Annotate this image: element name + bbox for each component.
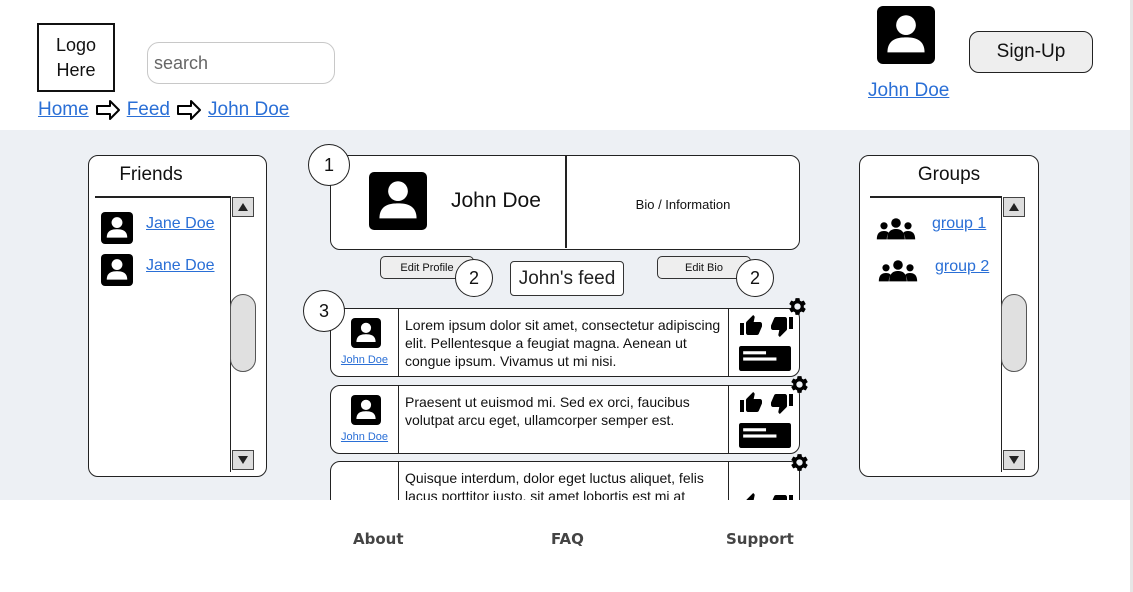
breadcrumb-home[interactable]: Home: [38, 99, 89, 121]
group-icon: [876, 259, 920, 283]
group-link[interactable]: group 2: [935, 258, 989, 276]
feed-heading: John's feed: [510, 261, 624, 296]
feed-post: John Doe Praesent ut euismod mi. Sed ex …: [330, 385, 800, 454]
arrow-right-icon: [95, 99, 121, 121]
footer-support-link[interactable]: Support: [726, 530, 794, 548]
user-icon: [351, 318, 381, 348]
breadcrumb: Home Feed John Doe: [38, 99, 289, 121]
post-text: Lorem ipsum dolor sit amet, consectetur …: [405, 317, 721, 369]
profile-card: John Doe Bio / Information: [330, 155, 800, 250]
scroll-thumb[interactable]: [1001, 294, 1027, 372]
post-author-link[interactable]: John Doe: [331, 354, 398, 366]
annotation-3: 3: [303, 290, 345, 332]
scroll-up-button[interactable]: [1003, 197, 1025, 217]
feed-post: John Doe Lorem ipsum dolor sit amet, con…: [330, 308, 800, 377]
footer-about-link[interactable]: About: [353, 530, 404, 548]
user-icon: [351, 395, 381, 425]
gear-icon[interactable]: [789, 452, 810, 473]
post-text: Praesent ut euismod mi. Sed ex orci, fau…: [405, 394, 690, 428]
profile-bio: Bio / Information: [635, 197, 731, 212]
gear-icon[interactable]: [787, 296, 808, 317]
friend-link[interactable]: Jane Doe: [146, 215, 215, 233]
logo[interactable]: Logo Here: [37, 23, 115, 92]
annotation-1: 1: [308, 144, 350, 186]
thumbs-down-icon[interactable]: [770, 314, 794, 338]
user-icon: [101, 254, 133, 286]
search-input[interactable]: [147, 42, 335, 84]
footer-faq-link[interactable]: FAQ: [551, 530, 584, 548]
user-icon: [369, 172, 427, 230]
annotation-2: 2: [455, 259, 493, 297]
friends-panel: Friends Jane Doe Jane Doe: [88, 155, 267, 477]
header-user-link[interactable]: John Doe: [868, 80, 949, 102]
friends-title: Friends: [119, 164, 183, 185]
breadcrumb-feed[interactable]: Feed: [127, 99, 170, 121]
scroll-thumb[interactable]: [230, 294, 256, 372]
groups-panel: Groups group 1 group 2: [859, 155, 1039, 477]
comment-icon[interactable]: [739, 423, 791, 448]
friends-scrollbar[interactable]: [230, 196, 257, 472]
profile-name: John Doe: [451, 189, 541, 212]
groups-title: Groups: [917, 164, 981, 185]
thumbs-up-icon[interactable]: [739, 314, 763, 338]
gear-icon[interactable]: [789, 374, 810, 395]
post-author-link[interactable]: John Doe: [331, 431, 398, 443]
user-icon: [101, 212, 133, 244]
group-icon: [874, 217, 918, 241]
user-avatar-icon[interactable]: [877, 6, 935, 64]
scroll-up-button[interactable]: [232, 197, 254, 217]
comment-icon[interactable]: [739, 346, 791, 371]
groups-scrollbar[interactable]: [1001, 196, 1028, 472]
arrow-right-icon: [176, 99, 202, 121]
scroll-down-button[interactable]: [1003, 450, 1025, 470]
friend-link[interactable]: Jane Doe: [146, 257, 215, 275]
thumbs-up-icon[interactable]: [739, 391, 763, 415]
group-link[interactable]: group 1: [932, 215, 986, 233]
scroll-down-button[interactable]: [232, 450, 254, 470]
annotation-2: 2: [736, 259, 774, 297]
breadcrumb-current[interactable]: John Doe: [208, 99, 289, 121]
signup-button[interactable]: Sign-Up: [969, 31, 1093, 73]
